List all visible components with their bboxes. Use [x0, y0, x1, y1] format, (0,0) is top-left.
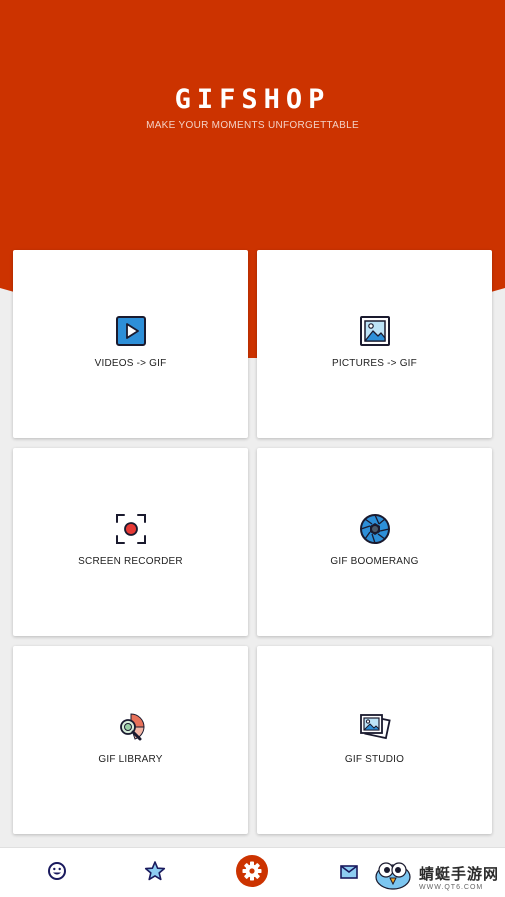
- app-title: GIFSHOP: [174, 84, 331, 115]
- picture-icon: [358, 314, 392, 348]
- screen-record-icon: [114, 512, 148, 546]
- card-label: GIF BOOMERANG: [330, 555, 419, 567]
- feature-grid: VIDEOS -> GIF PICTURES -> GIF SCREEN REC…: [13, 250, 492, 834]
- star-icon: [144, 860, 166, 887]
- nav-mail-button[interactable]: [324, 848, 374, 897]
- gif-studio-card[interactable]: GIF STUDIO: [257, 646, 492, 834]
- watermark: 蜻蜓手游网 WWW.QT6.COM: [371, 857, 499, 896]
- watermark-url: WWW.QT6.COM: [418, 883, 484, 891]
- library-search-icon: [114, 710, 148, 744]
- screen-recorder-card[interactable]: SCREEN RECORDER: [13, 448, 248, 636]
- camera-aperture-icon: [358, 512, 392, 546]
- app-subtitle: MAKE YOUR MOMENTS UNFORGETTABLE: [146, 120, 359, 131]
- nav-smiley-button[interactable]: [32, 848, 82, 897]
- video-play-icon: [114, 314, 148, 348]
- gif-boomerang-card[interactable]: GIF BOOMERANG: [257, 448, 492, 636]
- card-label: SCREEN RECORDER: [78, 555, 183, 567]
- photo-stack-icon: [358, 710, 392, 744]
- gear-icon: [235, 854, 269, 893]
- card-label: GIF LIBRARY: [98, 753, 163, 765]
- watermark-title: 蜻蜓手游网: [418, 865, 499, 883]
- bird-mascot-icon: [371, 857, 415, 896]
- mail-icon: [339, 861, 359, 886]
- gif-library-card[interactable]: GIF LIBRARY: [13, 646, 248, 834]
- card-label: VIDEOS -> GIF: [94, 357, 167, 369]
- card-label: PICTURES -> GIF: [332, 357, 417, 369]
- watermark-text: 蜻蜓手游网 WWW.QT6.COM: [419, 863, 499, 891]
- nav-settings-button[interactable]: [227, 848, 277, 897]
- pictures-to-gif-card[interactable]: PICTURES -> GIF: [257, 250, 492, 438]
- smiley-icon: [47, 861, 67, 886]
- videos-to-gif-card[interactable]: VIDEOS -> GIF: [13, 250, 248, 438]
- card-label: GIF STUDIO: [344, 753, 405, 765]
- nav-star-button[interactable]: [130, 848, 180, 897]
